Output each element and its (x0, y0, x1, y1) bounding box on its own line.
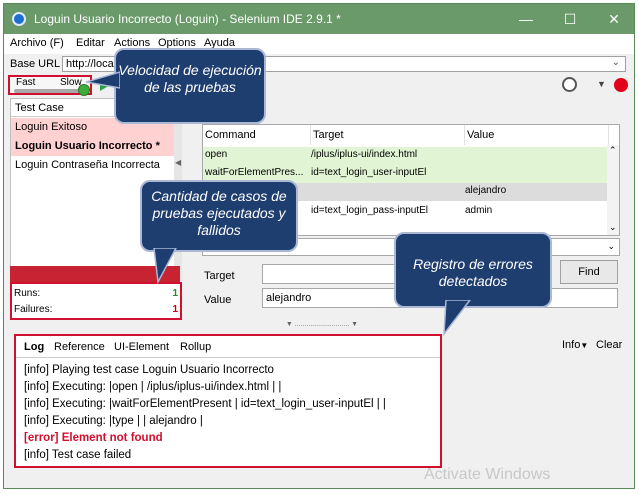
maximize-button[interactable]: ☐ (548, 4, 592, 34)
info-dropdown[interactable]: Info▼ (562, 339, 588, 351)
callout-errors-tail (443, 300, 471, 336)
failures-row: Failures: 1 (14, 302, 178, 318)
base-url-label: Base URL (10, 58, 61, 70)
menu-bar: Archivo (F) Editar Actions Options Ayuda (4, 34, 634, 54)
runs-label: Runs: (14, 288, 41, 299)
log-line: [info] Executing: |type | | alejandro | (24, 415, 203, 427)
close-button[interactable]: ✕ (592, 4, 634, 34)
speed-track (14, 89, 84, 93)
log-line-error: [error] Element not found (24, 432, 163, 444)
chevron-down-icon[interactable]: ⌄ (612, 57, 620, 68)
find-button[interactable]: Find (560, 260, 618, 284)
callout-speed: Velocidad de ejecución de las pruebas (114, 48, 266, 124)
speed-fast-label: Fast (16, 77, 36, 88)
test-case-item-selected[interactable]: Loguin Usuario Incorrecto * (11, 137, 177, 156)
speed-slider[interactable]: Fast Slow (8, 75, 92, 96)
column-header-target[interactable]: Target (311, 125, 465, 145)
title-bar: Loguin Usuario Incorrecto (Loguin) - Sel… (4, 4, 634, 34)
table-row[interactable]: open /iplus/iplus-ui/index.html (203, 147, 609, 165)
runs-value: 1 (172, 288, 178, 299)
log-tabs: Log Reference UI-Element Rollup (16, 336, 440, 358)
failures-value: 1 (172, 304, 178, 315)
activate-windows-watermark: Activate Windows (424, 466, 551, 483)
log-line: [info] Executing: |waitForElementPresent… (24, 398, 386, 410)
record-icon[interactable] (614, 78, 628, 92)
scroll-up-icon[interactable]: ⌃ (609, 145, 617, 156)
scroll-down-icon[interactable]: ⌄ (609, 222, 617, 233)
menu-editar[interactable]: Editar (76, 37, 105, 49)
cell-target: id=text_login_pass-inputEl (311, 205, 429, 216)
window-title: Loguin Usuario Incorrecto (Loguin) - Sel… (34, 12, 341, 26)
log-line: [info] Test case failed (24, 449, 132, 461)
tab-reference[interactable]: Reference (54, 341, 105, 353)
callout-count-text: Cantidad de casos de pruebas ejecutados … (151, 188, 287, 238)
callout-errors: Registro de errores detectados (394, 232, 552, 308)
vertical-splitter[interactable]: ▼ ............................ ▼ (270, 321, 374, 329)
cell-command: waitForElementPres... (205, 167, 304, 178)
chevron-left-icon: ◀ (175, 158, 182, 167)
callout-count-tail (153, 248, 177, 284)
cell-value: admin (465, 205, 493, 216)
menu-archivo[interactable]: Archivo (F) (10, 37, 64, 49)
clock-icon[interactable] (562, 77, 577, 92)
cell-target: id=text_login_user-inputEl (311, 167, 427, 178)
column-header-command[interactable]: Command (203, 125, 311, 145)
callout-speed-tail (86, 71, 120, 89)
cell-value: alejandro (465, 185, 507, 196)
clear-button[interactable]: Clear (596, 339, 622, 351)
log-line: [info] Playing test case Loguin Usuario … (24, 364, 274, 376)
cell-command: open (205, 149, 228, 160)
cell-target: /iplus/iplus-ui/index.html (311, 149, 418, 160)
selenium-logo-icon (12, 12, 26, 26)
table-scrollbar[interactable]: ⌃ ⌄ (607, 145, 619, 235)
minimize-button[interactable]: — (504, 4, 548, 34)
tab-rollup[interactable]: Rollup (180, 341, 211, 353)
stats-box: Runs: 1 Failures: 1 (10, 282, 182, 320)
failures-label: Failures: (14, 304, 53, 315)
runs-row: Runs: 1 (14, 286, 178, 302)
tab-ui-element[interactable]: UI-Element (114, 341, 169, 353)
column-header-value[interactable]: Value (465, 125, 609, 145)
callout-count: Cantidad de casos de pruebas ejecutados … (140, 180, 298, 252)
log-line: [info] Executing: |open | /iplus/iplus-u… (24, 381, 282, 393)
test-case-item[interactable]: Loguin Contraseña Incorrecta (11, 156, 177, 175)
caret-down-icon: ▼ (580, 341, 589, 350)
caret-down-icon[interactable]: ▼ (597, 79, 606, 89)
log-panel: Log Reference UI-Element Rollup [info] P… (14, 334, 442, 468)
info-label: Info (562, 339, 581, 351)
callout-speed-text: Velocidad de ejecución de las pruebas (118, 62, 262, 95)
tab-log[interactable]: Log (24, 341, 44, 353)
callout-errors-text: Registro de errores detectados (413, 256, 533, 289)
value-label: Value (204, 294, 232, 306)
target-label: Target (204, 270, 235, 282)
chevron-down-icon: ⌄ (607, 241, 615, 251)
